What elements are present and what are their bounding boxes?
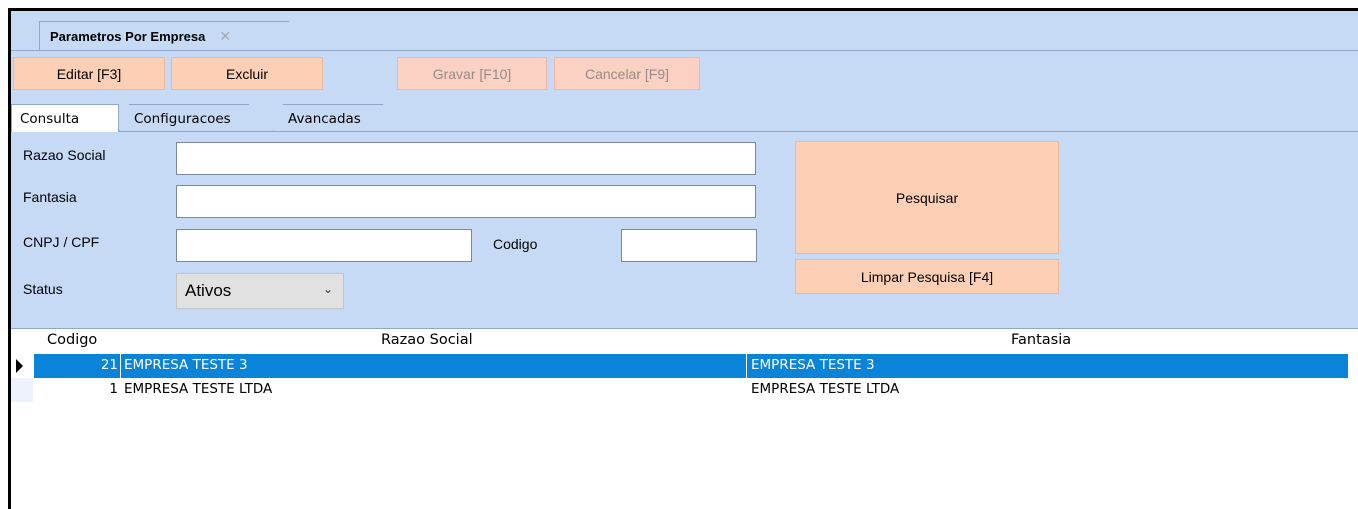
results-grid: Codigo Razao Social Fantasia 21 EMPRESA … xyxy=(11,328,1358,509)
status-label: Status xyxy=(23,281,63,297)
divider xyxy=(120,354,121,378)
close-icon[interactable]: ✕ xyxy=(219,28,231,45)
document-tab-label: Parametros Por Empresa xyxy=(50,29,206,44)
cell-fantasia: EMPRESA TESTE 3 xyxy=(751,357,875,373)
row-indicator xyxy=(11,378,33,402)
fantasia-input[interactable] xyxy=(176,185,756,218)
tab-configuracoes[interactable]: Configuracoes xyxy=(119,104,277,132)
column-header-razao-social[interactable]: Razao Social xyxy=(381,332,473,348)
table-row[interactable]: 21 EMPRESA TESTE 3 EMPRESA TESTE 3 xyxy=(11,354,1358,378)
divider xyxy=(746,354,747,378)
row-cells: 21 EMPRESA TESTE 3 EMPRESA TESTE 3 xyxy=(34,354,1348,378)
table-row[interactable]: 1 EMPRESA TESTE LTDA EMPRESA TESTE LTDA xyxy=(11,378,1358,402)
cnpj-label: CNPJ / CPF xyxy=(23,234,100,250)
razao-social-label: Razao Social xyxy=(23,147,106,163)
delete-button[interactable]: Excluir xyxy=(171,57,323,90)
column-header-fantasia[interactable]: Fantasia xyxy=(1011,332,1071,348)
fantasia-label: Fantasia xyxy=(23,189,77,205)
inner-tab-strip: Consulta Configuracoes Avancadas xyxy=(11,104,1358,132)
divider xyxy=(11,131,1358,132)
search-button[interactable]: Pesquisar xyxy=(795,141,1059,254)
codigo-input[interactable] xyxy=(621,229,757,262)
document-tab-parametros[interactable]: Parametros Por Empresa ✕ xyxy=(39,21,329,51)
main-window: Parametros Por Empresa ✕ Editar [F3] Exc… xyxy=(8,8,1358,509)
cnpj-input[interactable] xyxy=(176,229,472,262)
document-tab-strip: Parametros Por Empresa ✕ xyxy=(11,11,1358,51)
razao-social-input[interactable] xyxy=(176,142,756,175)
chevron-down-icon: ⌄ xyxy=(322,282,333,296)
clear-search-button[interactable]: Limpar Pesquisa [F4] xyxy=(795,259,1059,294)
cancel-button[interactable]: Cancelar [F9] xyxy=(554,57,700,90)
codigo-label: Codigo xyxy=(493,236,538,252)
cell-codigo: 21 xyxy=(100,357,118,373)
cell-razao-social: EMPRESA TESTE LTDA xyxy=(124,381,273,397)
edit-button[interactable]: Editar [F3] xyxy=(13,57,165,90)
row-indicator-icon xyxy=(11,354,33,378)
cell-fantasia: EMPRESA TESTE LTDA xyxy=(751,381,900,397)
grid-header: Codigo Razao Social Fantasia xyxy=(11,329,1358,353)
save-button[interactable]: Gravar [F10] xyxy=(397,57,547,90)
tab-consulta[interactable]: Consulta xyxy=(11,104,119,132)
cell-codigo: 1 xyxy=(109,381,118,397)
status-selected-value: Ativos xyxy=(185,281,232,300)
cell-razao-social: EMPRESA TESTE 3 xyxy=(124,357,248,373)
status-select[interactable]: Ativos ⌄ xyxy=(176,273,344,309)
tab-avancadas[interactable]: Avancadas xyxy=(273,104,407,132)
row-cells: 1 EMPRESA TESTE LTDA EMPRESA TESTE LTDA xyxy=(34,378,1348,402)
divider xyxy=(11,50,1358,51)
column-header-codigo[interactable]: Codigo xyxy=(47,332,97,348)
